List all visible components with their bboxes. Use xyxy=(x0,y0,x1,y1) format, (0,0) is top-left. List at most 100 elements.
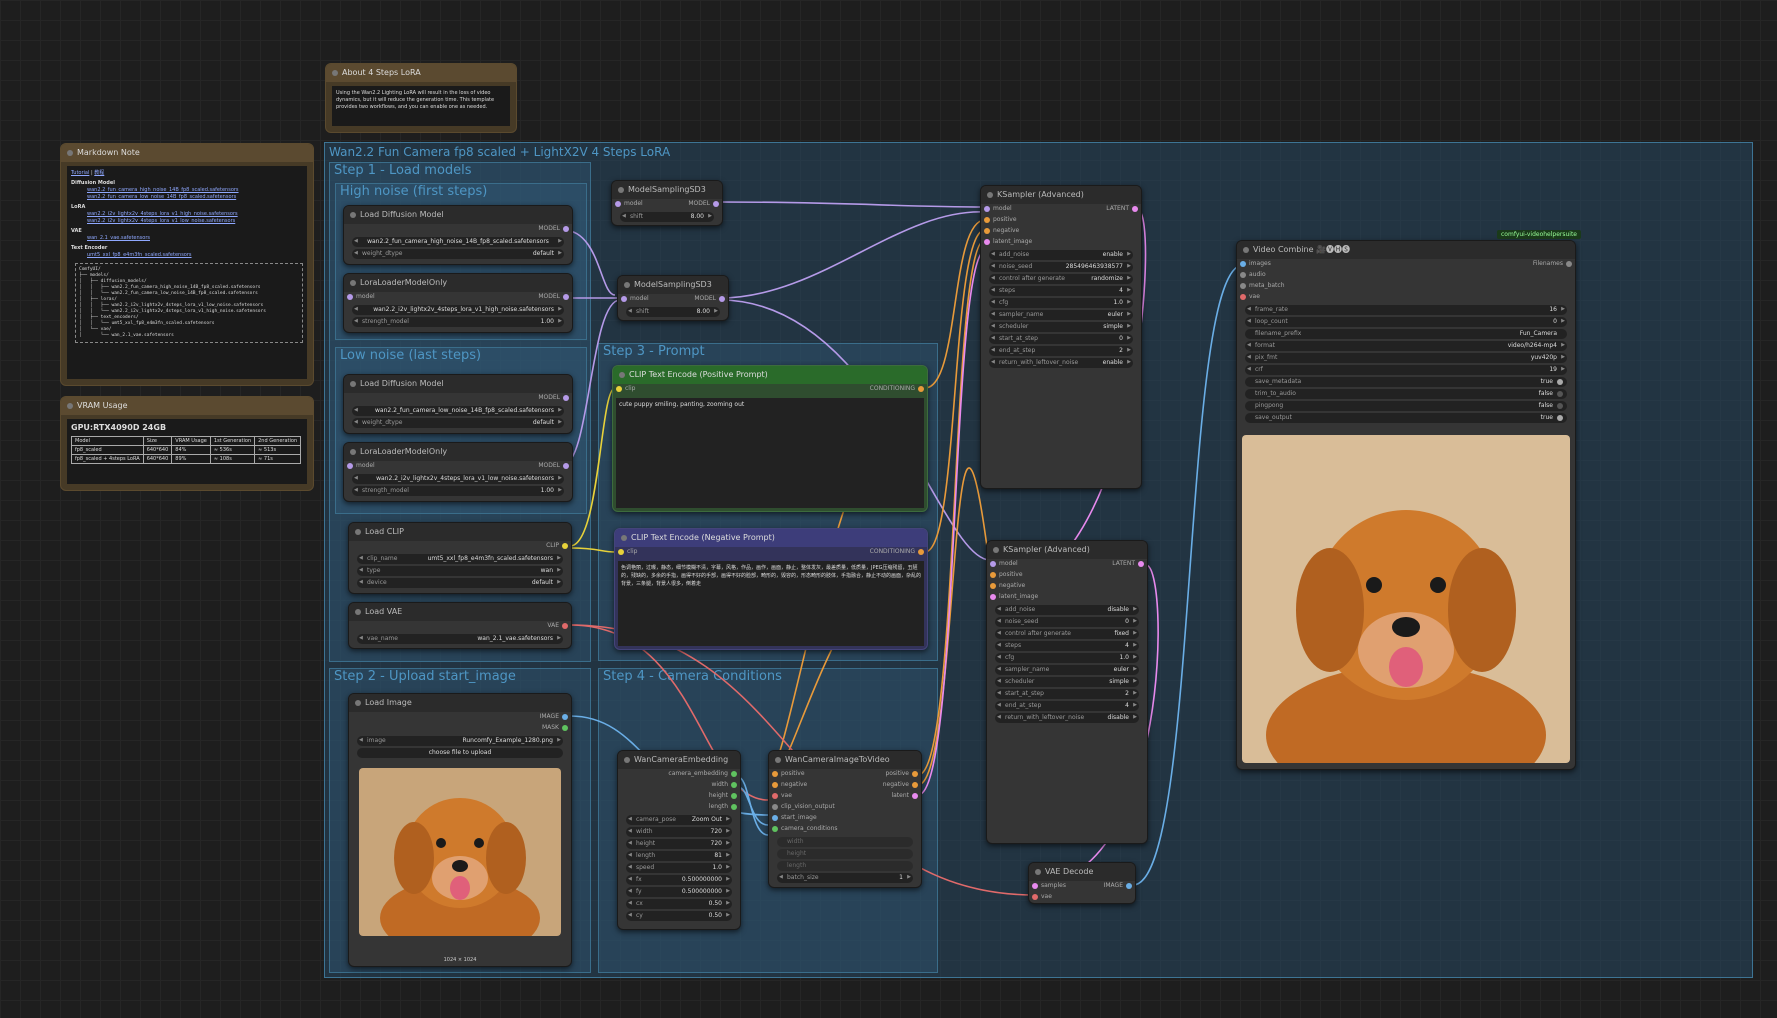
output-dot[interactable] xyxy=(912,771,918,777)
negative-prompt-textarea[interactable]: 色调艳丽，过曝，静态，细节模糊不清，字幕，风格，作品，画作，画面，静止，整体发灰… xyxy=(618,561,924,646)
output-dot[interactable] xyxy=(1126,883,1132,889)
input-dot[interactable] xyxy=(1240,294,1246,300)
output-dot[interactable] xyxy=(563,395,569,401)
input-dot[interactable] xyxy=(984,239,990,245)
file-link-v1[interactable]: wan_2.1_vae.safetensors xyxy=(87,235,150,241)
widget-return-leftover[interactable]: return_with_leftover_noise enable xyxy=(989,358,1133,368)
node-load-vae[interactable]: Load VAE VAE vae_name wan_2.1_vae.safeten… xyxy=(348,602,572,649)
output-dot[interactable] xyxy=(912,782,918,788)
node-load-diffusion-high[interactable]: Load Diffusion Model MODEL wan2.2_fun_ca… xyxy=(343,205,573,265)
input-dot[interactable] xyxy=(990,572,996,578)
widget-length-input[interactable]: length xyxy=(777,861,913,871)
input-dot[interactable] xyxy=(618,549,624,555)
about-note[interactable]: About 4 Steps LoRA Using the Wan2.2 Ligh… xyxy=(325,63,517,133)
widget-add-noise[interactable]: add_noise disable xyxy=(995,605,1139,615)
input-dot[interactable] xyxy=(1032,883,1038,889)
widget-cy[interactable]: cy 0.50 xyxy=(626,911,732,921)
output-dot[interactable] xyxy=(912,793,918,799)
input-dot[interactable] xyxy=(990,583,996,589)
output-dot[interactable] xyxy=(731,793,737,799)
node-lora-low[interactable]: LoraLoaderModelOnly model MODEL wan2.2_i2… xyxy=(343,442,573,502)
node-ksampler-1[interactable]: KSampler (Advanced) model LATENT positive… xyxy=(980,185,1142,489)
output-dot[interactable] xyxy=(563,463,569,469)
node-load-diffusion-low[interactable]: Load Diffusion Model MODEL wan2.2_fun_ca… xyxy=(343,374,573,434)
input-dot[interactable] xyxy=(772,815,778,821)
input-dot[interactable] xyxy=(1240,261,1246,267)
input-dot[interactable] xyxy=(772,771,778,777)
strength-model-number[interactable]: strength_model 1.00 xyxy=(352,486,564,496)
widget-height[interactable]: height 720 xyxy=(626,839,732,849)
widget-add-noise[interactable]: add_noise enable xyxy=(989,250,1133,260)
output-dot[interactable] xyxy=(719,296,725,302)
widget-width[interactable]: width 720 xyxy=(626,827,732,837)
widget-width-input[interactable]: width xyxy=(777,837,913,847)
output-dot[interactable] xyxy=(563,226,569,232)
widget-noise-seed[interactable]: noise_seed 285496463938577 xyxy=(989,262,1133,272)
output-dot[interactable] xyxy=(731,782,737,788)
file-link-l1[interactable]: wan2.2_i2v_lightx2v_4steps_lora_v1_high_… xyxy=(87,211,238,217)
widget-length[interactable]: length 81 xyxy=(626,851,732,861)
output-dot[interactable] xyxy=(562,543,568,549)
lora-name-select[interactable]: wan2.2_i2v_lightx2v_4steps_lora_v1_high_… xyxy=(352,305,564,315)
file-link-l2[interactable]: wan2.2_i2v_lightx2v_4steps_lora_v1_low_n… xyxy=(87,218,235,224)
widget-start-step[interactable]: start_at_step 0 xyxy=(989,334,1133,344)
file-link-d2[interactable]: wan2.2_fun_camera_low_noise_14B_fp8_scal… xyxy=(87,194,236,200)
widget-crf[interactable]: crf 19 xyxy=(1245,365,1567,375)
input-dot[interactable] xyxy=(772,826,778,832)
shift-number[interactable]: shift 8.00 xyxy=(620,212,714,222)
input-dot[interactable] xyxy=(1032,894,1038,900)
weight-dtype-select[interactable]: weight_dtype default xyxy=(352,249,564,259)
output-dot[interactable] xyxy=(1132,206,1138,212)
shift-number[interactable]: shift 8.00 xyxy=(626,307,720,317)
input-dot[interactable] xyxy=(984,228,990,234)
input-dot[interactable] xyxy=(347,463,353,469)
widget-fy[interactable]: fy 0.500000000 xyxy=(626,887,732,897)
widget-format[interactable]: format video/h264-mp4 xyxy=(1245,341,1567,351)
clip-name-select[interactable]: clip_name umt5_xxl_fp8_e4m3fn_scaled.safe… xyxy=(357,554,563,564)
input-dot[interactable] xyxy=(990,594,996,600)
toggle-save-output[interactable]: save_output true xyxy=(1245,413,1567,423)
widget-return-leftover[interactable]: return_with_leftover_noise disable xyxy=(995,713,1139,723)
widget-filename-prefix[interactable]: filename_prefix Fun_Camera xyxy=(1245,329,1567,339)
widget-start-step[interactable]: start_at_step 2 xyxy=(995,689,1139,699)
output-dot[interactable] xyxy=(1138,561,1144,567)
clip-type-select[interactable]: type wan xyxy=(357,566,563,576)
output-dot[interactable] xyxy=(918,386,924,392)
input-dot[interactable] xyxy=(772,804,778,810)
input-dot[interactable] xyxy=(1240,283,1246,289)
node-model-sampling-2[interactable]: ModelSamplingSD3 model MODEL shift 8.00 xyxy=(617,275,729,321)
node-wan-camera-image-to-video[interactable]: WanCameraImageToVideo positive positive n… xyxy=(768,750,922,888)
upload-button[interactable]: choose file to upload xyxy=(357,748,563,758)
lora-name-select[interactable]: wan2.2_i2v_lightx2v_4steps_lora_v1_low_n… xyxy=(352,474,564,484)
vae-name-select[interactable]: vae_name wan_2.1_vae.safetensors xyxy=(357,634,563,644)
output-dot[interactable] xyxy=(562,725,568,731)
toggle-save-metadata[interactable]: save_metadata true xyxy=(1245,377,1567,387)
node-load-clip[interactable]: Load CLIP CLIP clip_name umt5_xxl_fp8_e4m… xyxy=(348,522,572,594)
widget-end-step[interactable]: end_at_step 2 xyxy=(989,346,1133,356)
node-positive-prompt[interactable]: CLIP Text Encode (Positive Prompt) clip C… xyxy=(612,365,928,512)
widget-loop-count[interactable]: loop_count 0 xyxy=(1245,317,1567,327)
input-dot[interactable] xyxy=(772,793,778,799)
widget-height-input[interactable]: height xyxy=(777,849,913,859)
input-dot[interactable] xyxy=(347,294,353,300)
widget-sampler[interactable]: sampler_name euler xyxy=(989,310,1133,320)
widget-end-step[interactable]: end_at_step 4 xyxy=(995,701,1139,711)
tab-tutorial[interactable]: Tutorial xyxy=(71,170,89,176)
node-model-sampling-1[interactable]: ModelSamplingSD3 model MODEL shift 8.00 xyxy=(611,180,723,226)
widget-steps[interactable]: steps 4 xyxy=(995,641,1139,651)
input-dot[interactable] xyxy=(616,386,622,392)
widget-camera-pose[interactable]: camera_pose Zoom Out xyxy=(626,815,732,825)
widget-control-after[interactable]: control after generate randomize xyxy=(989,274,1133,284)
node-lora-high[interactable]: LoraLoaderModelOnly model MODEL wan2.2_i2… xyxy=(343,273,573,333)
widget-sampler[interactable]: sampler_name euler xyxy=(995,665,1139,675)
tab-tutorial-cn[interactable]: 教程 xyxy=(94,170,104,176)
input-dot[interactable] xyxy=(615,201,621,207)
node-video-combine[interactable]: Video Combine 🎥🅥🅗🅢 images Filenames audio… xyxy=(1236,240,1576,770)
widget-batch-size[interactable]: batch_size 1 xyxy=(777,873,913,883)
strength-model-number[interactable]: strength_model 1.00 xyxy=(352,317,564,327)
widget-steps[interactable]: steps 4 xyxy=(989,286,1133,296)
widget-cfg[interactable]: cfg 1.0 xyxy=(995,653,1139,663)
input-dot[interactable] xyxy=(984,217,990,223)
input-dot[interactable] xyxy=(990,561,996,567)
widget-scheduler[interactable]: scheduler simple xyxy=(989,322,1133,332)
